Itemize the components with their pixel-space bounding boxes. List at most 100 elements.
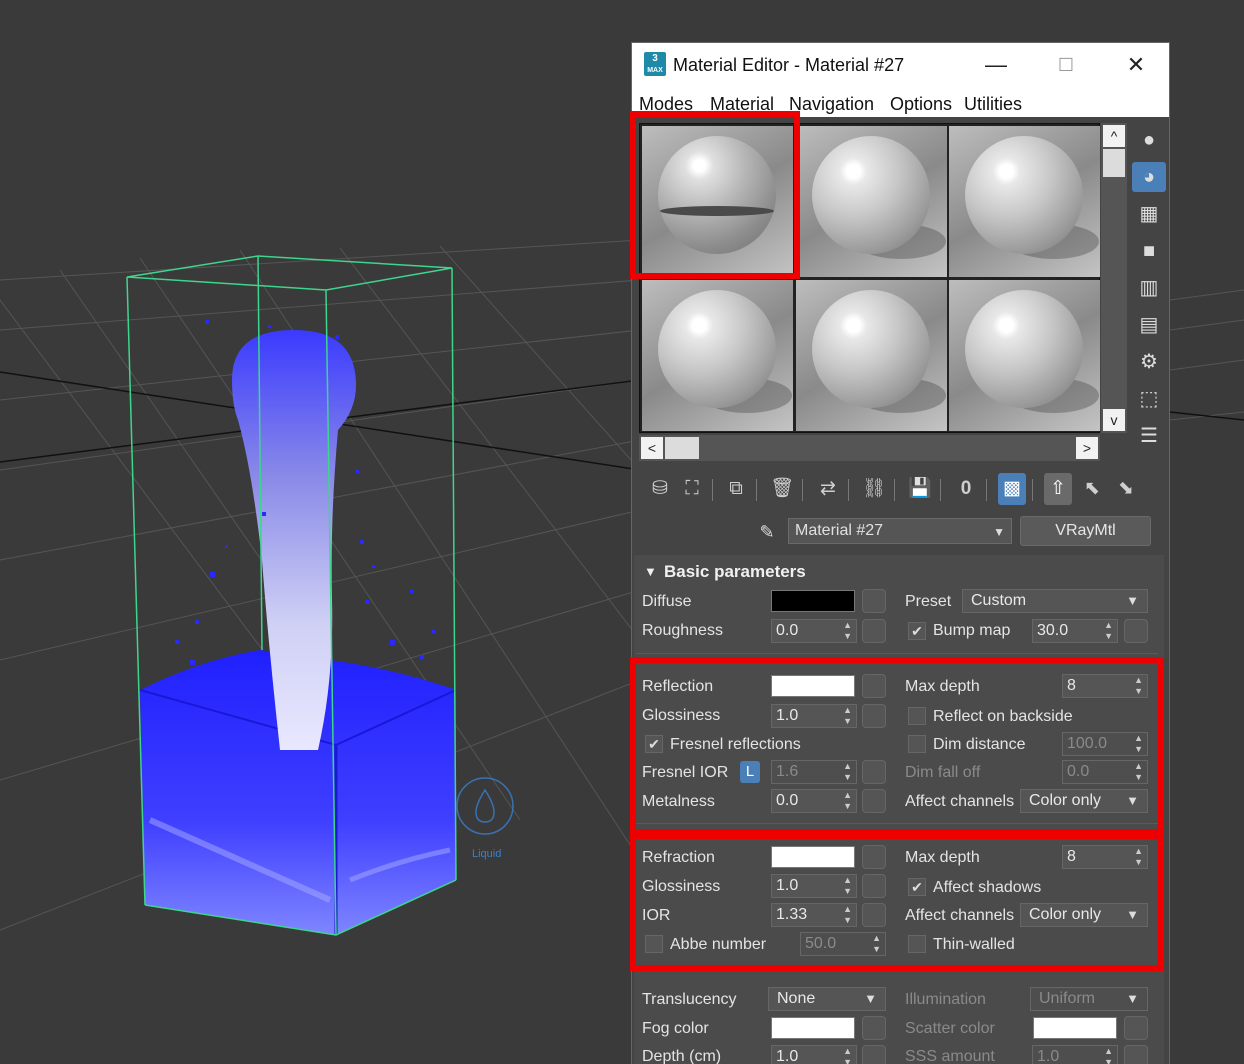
- make-preview-icon[interactable]: ▤: [1132, 310, 1166, 340]
- screen: Liquid 3 MAX Material Editor - Material #…: [0, 0, 1244, 1064]
- sss-amount-map-button[interactable]: [1124, 1045, 1148, 1064]
- eyedropper-icon[interactable]: ✎: [754, 519, 780, 545]
- toolbar-separator: [802, 479, 803, 501]
- liquid-helper-label: Liquid: [472, 848, 501, 860]
- sample-uv-tiling-icon[interactable]: ■: [1132, 236, 1166, 266]
- sample-slot-2[interactable]: [796, 126, 947, 277]
- diffuse-label: Diffuse: [642, 593, 692, 610]
- slots-vertical-scrollbar[interactable]: ^ v: [1101, 123, 1127, 433]
- spinner-arrows-icon[interactable]: ▲ ▼: [843, 1046, 852, 1064]
- material-type-button[interactable]: VRayMtl: [1020, 516, 1151, 546]
- toolbar-separator: [1032, 479, 1033, 501]
- scatter-color-map-button[interactable]: [1124, 1016, 1148, 1040]
- slots-horizontal-scrollbar[interactable]: < >: [639, 435, 1100, 461]
- roughness-spinner[interactable]: 0.0 ▲ ▼: [771, 619, 857, 643]
- title-bar: 3 MAX Material Editor - Material #27 — ☐ …: [632, 43, 1169, 89]
- chevron-down-icon: ▼: [864, 991, 877, 1006]
- background-checker-icon[interactable]: ▦: [1132, 199, 1166, 229]
- select-by-material-icon[interactable]: ⬚: [1132, 384, 1166, 414]
- fog-color-map-button[interactable]: [862, 1016, 886, 1040]
- menu-navigation[interactable]: Navigation: [789, 94, 874, 115]
- highlight-box-slot: [630, 111, 800, 279]
- sample-slot-4[interactable]: [642, 280, 793, 431]
- toolbar-separator: [986, 479, 987, 501]
- scatter-color-label: Scatter color: [905, 1020, 995, 1037]
- scroll-right-button[interactable]: >: [1076, 437, 1098, 459]
- go-forward-to-sibling-icon[interactable]: ⬊: [1112, 473, 1140, 505]
- translucency-label: Translucency: [642, 991, 737, 1008]
- spinner-arrows-icon[interactable]: ▲ ▼: [843, 620, 852, 642]
- toolbar-separator: [756, 479, 757, 501]
- bump-map-button[interactable]: [1124, 619, 1148, 643]
- toolbar-separator: [848, 479, 849, 501]
- minimize-button[interactable]: —: [976, 51, 1016, 79]
- rollout-header[interactable]: ▼ Basic parameters: [634, 557, 1164, 587]
- toolbar-separator: [712, 479, 713, 501]
- sphere-preview: [812, 136, 930, 254]
- sample-slot-5[interactable]: [796, 280, 947, 431]
- scroll-left-button[interactable]: <: [641, 437, 663, 459]
- sample-slot-6[interactable]: [949, 280, 1100, 431]
- illumination-label: Illumination: [905, 991, 986, 1008]
- material-editor-window: 3 MAX Material Editor - Material #27 — ☐ …: [630, 42, 1170, 1064]
- depth-label: Depth (cm): [642, 1048, 722, 1064]
- sphere-preview: [965, 136, 1083, 254]
- depth-spinner[interactable]: 1.0 ▲ ▼: [771, 1045, 857, 1064]
- window-title: Material Editor - Material #27: [673, 55, 905, 75]
- toolbar-separator: [894, 479, 895, 501]
- depth-value: 1.0: [776, 1048, 799, 1064]
- app-icon: 3 MAX: [644, 52, 666, 76]
- material-name-field[interactable]: Material #27 ▼: [788, 518, 1012, 544]
- chevron-down-icon: ▼: [993, 525, 1005, 539]
- translucency-value: None: [777, 990, 816, 1007]
- scroll-thumb[interactable]: [665, 437, 699, 459]
- sample-slot-3[interactable]: [949, 126, 1100, 277]
- save-to-library-icon[interactable]: 💾: [906, 473, 934, 505]
- menu-utilities[interactable]: Utilities: [964, 94, 1022, 115]
- reset-map-icon[interactable]: 🗑: [768, 473, 796, 505]
- sss-amount-spinner[interactable]: 1.0 ▲ ▼: [1032, 1045, 1118, 1064]
- scatter-color-swatch[interactable]: [1033, 1017, 1117, 1039]
- roughness-label: Roughness: [642, 622, 723, 639]
- translucency-dropdown[interactable]: None ▼: [768, 987, 886, 1011]
- fog-color-swatch[interactable]: [771, 1017, 855, 1039]
- maximize-button[interactable]: ☐: [1046, 51, 1086, 79]
- highlight-box-reflection: [630, 657, 1164, 839]
- roughness-map-button[interactable]: [862, 619, 886, 643]
- assign-to-selection-icon[interactable]: ⧉: [722, 473, 750, 505]
- sss-amount-value: 1.0: [1037, 1048, 1060, 1064]
- put-to-library-icon[interactable]: ⛓: [860, 473, 888, 505]
- diffuse-color-swatch[interactable]: [771, 590, 855, 612]
- sample-type-sphere-icon[interactable]: ●: [1132, 125, 1166, 155]
- video-color-check-icon[interactable]: ▥: [1132, 273, 1166, 303]
- bump-map-checkbox[interactable]: ✔: [908, 622, 926, 640]
- show-end-result-icon[interactable]: ⇧: [1044, 473, 1072, 505]
- show-map-in-viewport-icon[interactable]: ▩: [998, 473, 1026, 505]
- depth-map-button[interactable]: [862, 1045, 886, 1064]
- section-divider: [636, 653, 1158, 654]
- spinner-arrows-icon[interactable]: ▲ ▼: [1104, 620, 1113, 642]
- material-id-channel-icon[interactable]: 0: [952, 473, 980, 505]
- sphere-preview: [812, 290, 930, 408]
- go-to-parent-icon[interactable]: ⬉: [1078, 473, 1106, 505]
- material-name-row: ✎ Material #27 ▼ VRayMtl: [632, 515, 1169, 549]
- scroll-down-button[interactable]: v: [1103, 409, 1125, 431]
- get-material-icon[interactable]: ⛁: [646, 473, 674, 505]
- diffuse-map-button[interactable]: [862, 589, 886, 613]
- toolbar-separator: [940, 479, 941, 501]
- backlight-icon[interactable]: ◕: [1132, 162, 1166, 192]
- preset-dropdown[interactable]: Custom ▼: [962, 589, 1148, 613]
- illumination-dropdown[interactable]: Uniform ▼: [1030, 987, 1148, 1011]
- preset-label: Preset: [905, 593, 952, 610]
- put-to-scene-icon[interactable]: ⛶: [678, 473, 706, 505]
- close-button[interactable]: ✕: [1116, 51, 1156, 79]
- scroll-up-button[interactable]: ^: [1103, 125, 1125, 147]
- spinner-arrows-icon[interactable]: ▲ ▼: [1104, 1046, 1113, 1064]
- rollout-title: Basic parameters: [664, 562, 806, 581]
- material-map-navigator-icon[interactable]: ☰: [1132, 421, 1166, 451]
- bump-map-spinner[interactable]: 30.0 ▲ ▼: [1032, 619, 1118, 643]
- options-icon[interactable]: ⚙: [1132, 347, 1166, 377]
- menu-options[interactable]: Options: [890, 94, 952, 115]
- make-unique-icon[interactable]: ⇄: [814, 473, 842, 505]
- scroll-thumb[interactable]: [1103, 149, 1125, 177]
